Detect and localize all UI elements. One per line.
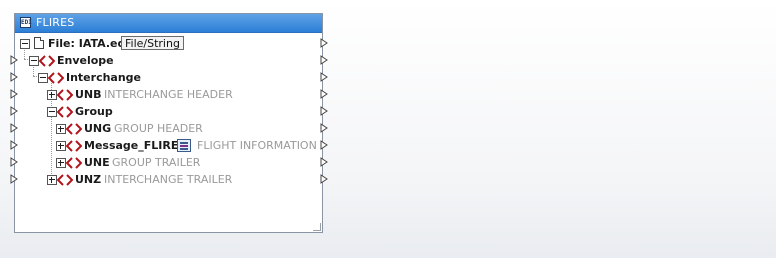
output-connector-une[interactable] bbox=[320, 157, 328, 167]
input-connector-interchange[interactable] bbox=[10, 72, 18, 82]
tree-row-unz[interactable]: UNZ INTERCHANGE TRAILER bbox=[15, 172, 322, 189]
input-connector-une[interactable] bbox=[10, 157, 18, 167]
element-icon bbox=[57, 89, 73, 101]
output-connector-interchange[interactable] bbox=[320, 72, 328, 82]
element-icon bbox=[39, 55, 55, 67]
output-connector-unz[interactable] bbox=[320, 174, 328, 184]
expand-toggle[interactable] bbox=[47, 175, 57, 185]
collapse-toggle[interactable] bbox=[29, 56, 39, 66]
collapse-toggle[interactable] bbox=[47, 107, 57, 117]
file-label: File: IATA.edi bbox=[48, 37, 130, 50]
tree-row-une[interactable]: UNE GROUP TRAILER bbox=[15, 155, 322, 172]
tree-description: INTERCHANGE HEADER bbox=[104, 88, 233, 101]
tree-row-file[interactable]: File: IATA.edi File/String bbox=[15, 36, 322, 53]
tree-description: INTERCHANGE TRAILER bbox=[104, 173, 233, 186]
tree-label: UNZ bbox=[75, 173, 102, 186]
collapse-toggle[interactable] bbox=[20, 39, 30, 49]
input-connector-envelope[interactable] bbox=[10, 55, 18, 65]
element-icon bbox=[66, 140, 82, 152]
tree-row-message[interactable]: Message_FLIRES FLIGHT INFORMATION R bbox=[15, 138, 322, 155]
output-connector-message[interactable] bbox=[320, 140, 328, 150]
component-title: FLIRES bbox=[36, 16, 75, 29]
element-icon bbox=[57, 106, 73, 118]
input-connector-group[interactable] bbox=[10, 106, 18, 116]
resize-grip[interactable] bbox=[313, 223, 321, 231]
tree-area: File: IATA.edi File/String Envelope Inte… bbox=[15, 33, 322, 232]
tree-row-ung[interactable]: UNG GROUP HEADER bbox=[15, 121, 322, 138]
tree-row-unb[interactable]: UNB INTERCHANGE HEADER bbox=[15, 87, 322, 104]
output-connector-file[interactable] bbox=[320, 38, 328, 48]
mapping-component-flires[interactable]: EDI FLIRES File: IATA.edi File/String En… bbox=[14, 13, 323, 233]
tree-label: UNE bbox=[84, 156, 110, 169]
input-connector-message[interactable] bbox=[10, 140, 18, 150]
file-icon bbox=[34, 37, 44, 49]
output-connector-envelope[interactable] bbox=[320, 55, 328, 65]
file-string-button[interactable]: File/String bbox=[121, 36, 184, 50]
element-icon bbox=[57, 174, 73, 186]
component-title-bar[interactable]: EDI FLIRES bbox=[15, 14, 322, 33]
tree-label: UNB bbox=[75, 88, 102, 101]
tree-description: GROUP HEADER bbox=[114, 122, 203, 135]
edi-icon: EDI bbox=[20, 17, 32, 28]
output-connector-unb[interactable] bbox=[320, 89, 328, 99]
element-icon bbox=[66, 123, 82, 135]
expand-toggle[interactable] bbox=[56, 158, 66, 168]
expand-toggle[interactable] bbox=[47, 90, 57, 100]
tree-description: FLIGHT INFORMATION R bbox=[197, 139, 322, 152]
input-connector-unz[interactable] bbox=[10, 174, 18, 184]
tree-label: UNG bbox=[84, 122, 112, 135]
tree-label: Group bbox=[75, 105, 113, 118]
input-connector-ung[interactable] bbox=[10, 123, 18, 133]
collapse-toggle[interactable] bbox=[38, 73, 48, 83]
tree-label: Envelope bbox=[57, 54, 114, 67]
tree-label: Message_FLIRES bbox=[84, 139, 187, 152]
expand-toggle[interactable] bbox=[56, 124, 66, 134]
input-connector-unb[interactable] bbox=[10, 89, 18, 99]
element-icon bbox=[48, 72, 64, 84]
tree-row-envelope[interactable]: Envelope bbox=[15, 53, 322, 70]
tree-description: GROUP TRAILER bbox=[112, 156, 201, 169]
repeating-element-icon bbox=[177, 139, 191, 152]
tree-row-interchange[interactable]: Interchange bbox=[15, 70, 322, 87]
tree-label: Interchange bbox=[66, 71, 142, 84]
output-connector-group[interactable] bbox=[320, 106, 328, 116]
tree-row-group[interactable]: Group bbox=[15, 104, 322, 121]
element-icon bbox=[66, 157, 82, 169]
expand-toggle[interactable] bbox=[56, 141, 66, 151]
output-connector-ung[interactable] bbox=[320, 123, 328, 133]
